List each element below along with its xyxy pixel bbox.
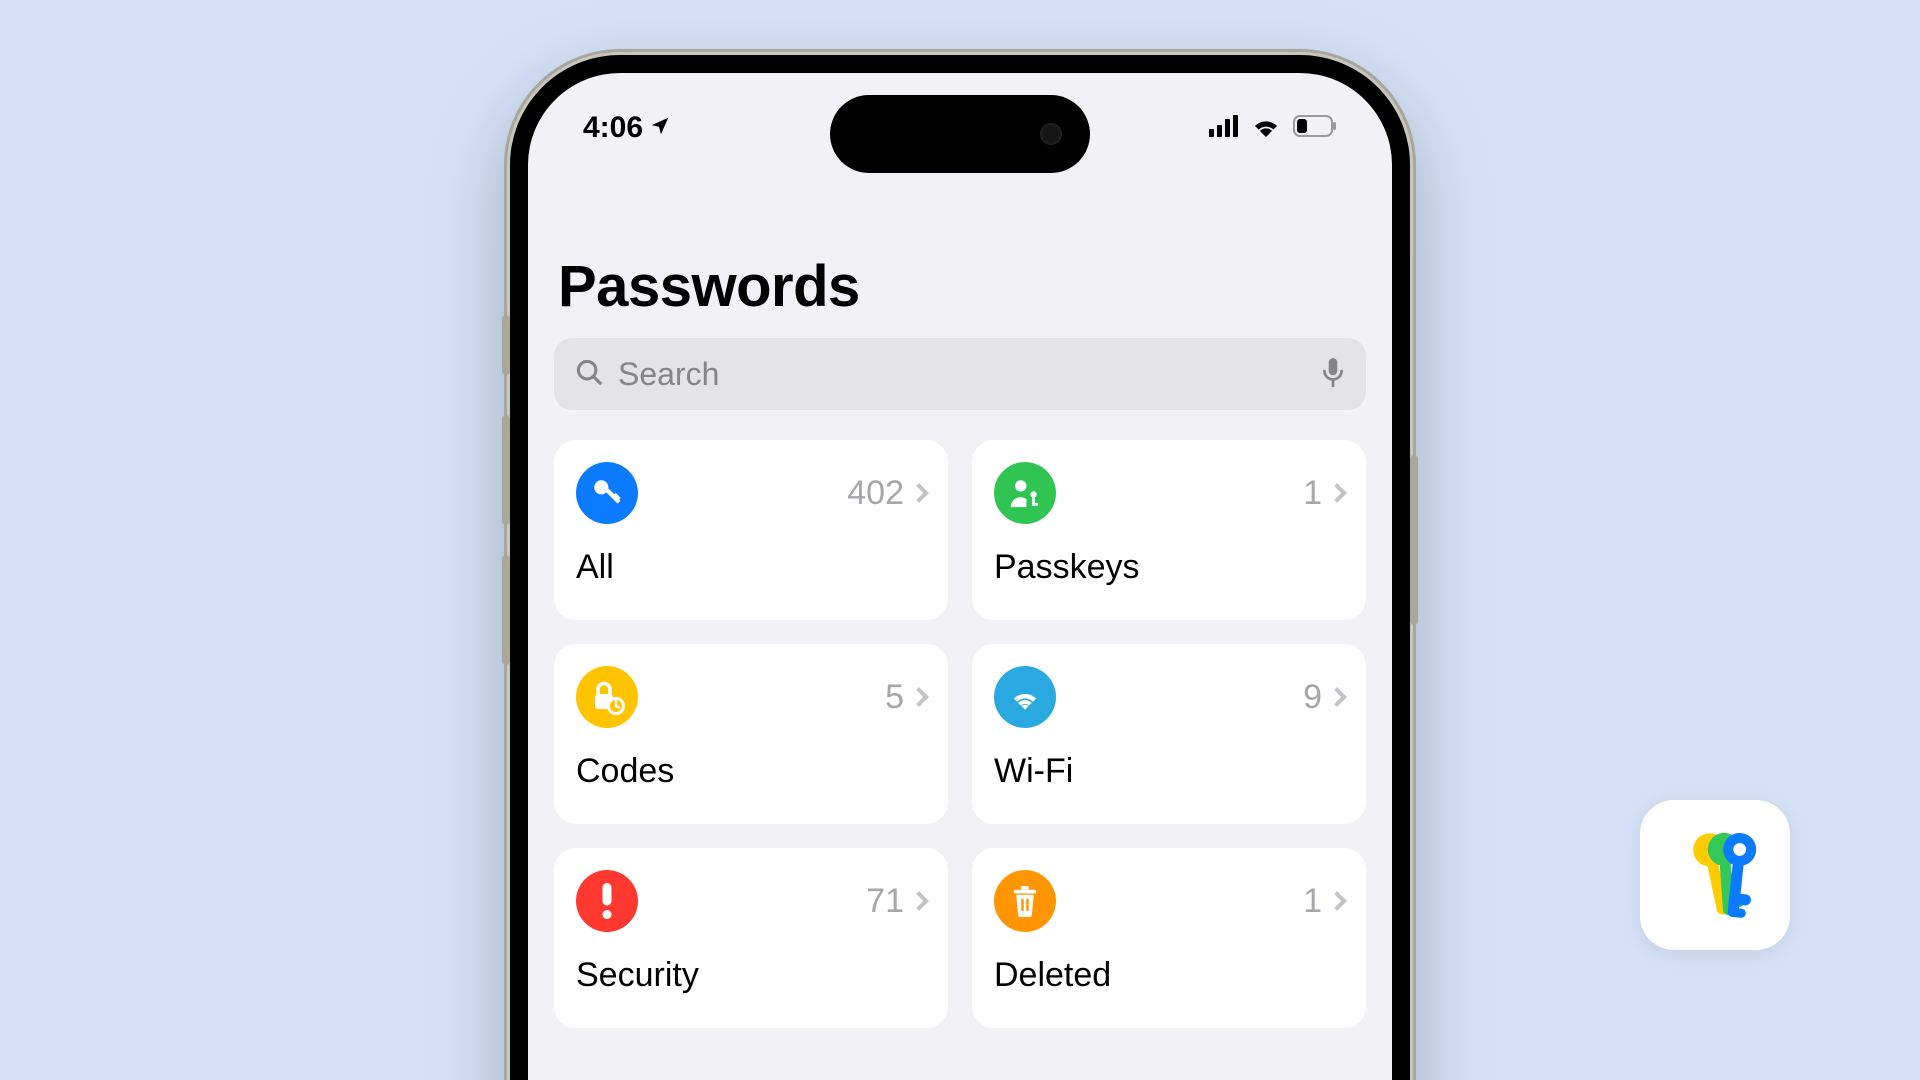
tile-all[interactable]: 402 All — [554, 440, 948, 620]
passkey-icon — [994, 462, 1056, 524]
side-button — [502, 555, 510, 665]
category-grid: 402 All 1 — [554, 440, 1366, 1028]
dynamic-island — [830, 95, 1090, 173]
tile-label: Wi-Fi — [994, 752, 1344, 791]
wifi-icon — [1251, 115, 1281, 142]
chevron-right-icon — [909, 483, 929, 503]
iphone-frame: 4:06 — [510, 55, 1410, 1080]
battery-icon — [1293, 115, 1337, 142]
tile-label: Security — [576, 956, 926, 995]
side-button — [502, 415, 510, 525]
side-button — [502, 315, 510, 375]
content-area: Passwords — [528, 223, 1392, 1080]
tile-count: 71 — [866, 882, 904, 921]
cellular-icon — [1209, 115, 1239, 142]
tile-codes[interactable]: 5 Codes — [554, 644, 948, 824]
screen: 4:06 — [528, 73, 1392, 1080]
microphone-icon[interactable] — [1320, 357, 1346, 392]
passwords-app-icon — [1640, 800, 1790, 950]
tile-label: Passkeys — [994, 548, 1344, 587]
tile-security[interactable]: 71 Security — [554, 848, 948, 1028]
tile-deleted[interactable]: 1 Deleted — [972, 848, 1366, 1028]
status-time: 4:06 — [583, 111, 643, 145]
tile-count: 1 — [1303, 474, 1322, 513]
chevron-right-icon — [1327, 687, 1347, 707]
tile-count: 402 — [847, 474, 904, 513]
tile-wifi[interactable]: 9 Wi-Fi — [972, 644, 1366, 824]
search-input[interactable] — [618, 356, 1306, 393]
chevron-right-icon — [1327, 891, 1347, 911]
tile-label: All — [576, 548, 926, 587]
lock-clock-icon — [576, 666, 638, 728]
wifi-icon — [994, 666, 1056, 728]
search-bar[interactable] — [554, 338, 1366, 410]
search-icon — [574, 357, 604, 392]
tile-label: Codes — [576, 752, 926, 791]
chevron-right-icon — [909, 891, 929, 911]
alert-icon — [576, 870, 638, 932]
key-icon — [576, 462, 638, 524]
tile-count: 5 — [885, 678, 904, 717]
tile-passkeys[interactable]: 1 Passkeys — [972, 440, 1366, 620]
page-title: Passwords — [554, 223, 1366, 338]
trash-icon — [994, 870, 1056, 932]
chevron-right-icon — [909, 687, 929, 707]
tile-count: 9 — [1303, 678, 1322, 717]
chevron-right-icon — [1327, 483, 1347, 503]
tile-label: Deleted — [994, 956, 1344, 995]
tile-count: 1 — [1303, 882, 1322, 921]
side-button — [1410, 455, 1418, 625]
location-icon — [649, 111, 671, 145]
